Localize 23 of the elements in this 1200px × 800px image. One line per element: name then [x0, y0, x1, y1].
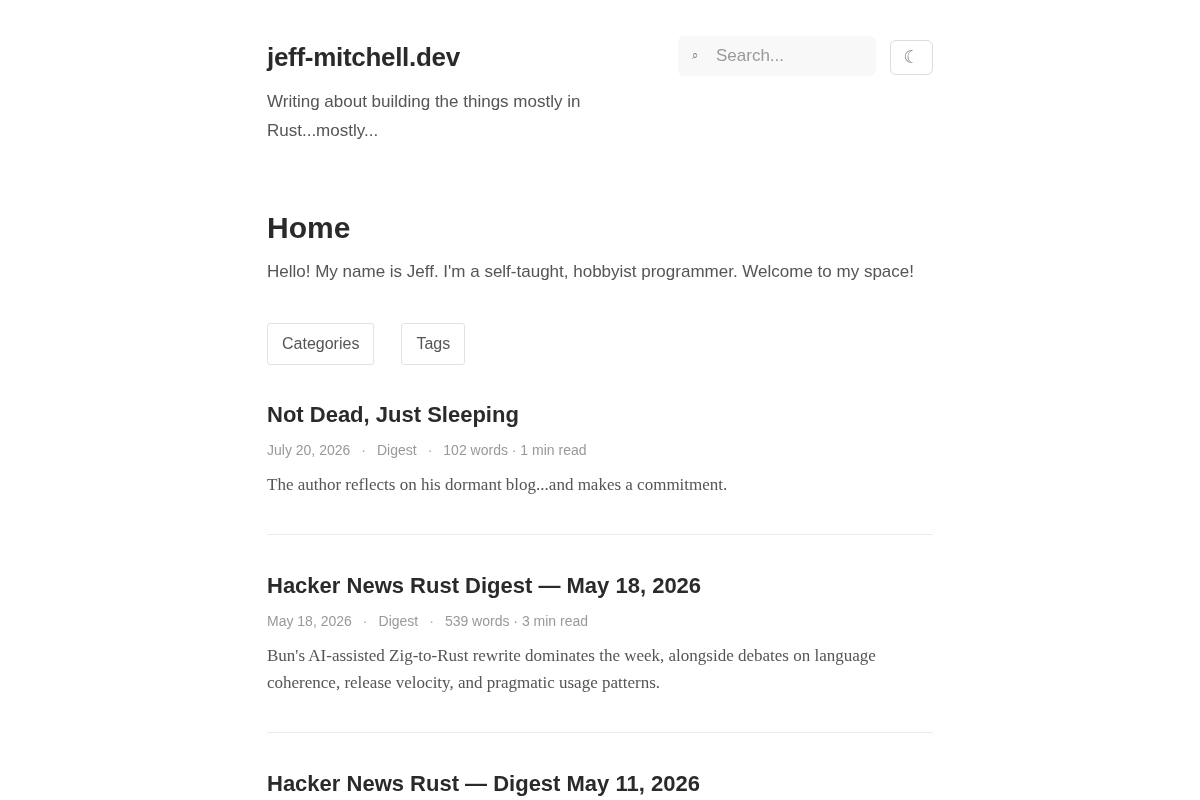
meta-separator: ·	[361, 441, 366, 460]
post-title[interactable]: Hacker News Rust — Digest May 11, 2026	[267, 770, 700, 798]
post-summary: Bun's AI-assisted Zig-to-Rust rewrite dominates the week, alongside debates on language coherence, release velocity, and pragmatic usage patterns.	[267, 645, 877, 694]
site-tagline: Writing about building the things mostly in Rust...mostly...	[267, 91, 582, 142]
theme-toggle-button[interactable]: ☾	[890, 39, 933, 75]
post-date: May 18, 2026	[267, 612, 352, 631]
post-title[interactable]: Hacker News Rust Digest — May 18, 2026	[267, 572, 702, 600]
site-title[interactable]: jeff-mitchell.dev	[267, 41, 460, 73]
meta-separator: ·	[362, 612, 368, 631]
post-summary: The author reflects on his dormant blog...and makes a commitment.	[267, 474, 728, 496]
post-stats: 539 words · 3 min read	[444, 612, 589, 631]
intro-text: Hello! My name is Jeff. I'm a self-taught, hobbyist programmer. Welcome to my space!	[267, 261, 914, 283]
meta-separator: ·	[427, 441, 433, 460]
post-category: Digest	[376, 441, 417, 460]
post-date: July 20, 2026	[267, 441, 351, 460]
search-icon: ⌕	[692, 50, 698, 62]
post-title[interactable]: Not Dead, Just Sleeping	[267, 401, 519, 429]
post-category: Digest	[378, 612, 419, 631]
page-title: Home	[267, 210, 351, 246]
post-stats: 102 words · 1 min read	[443, 441, 587, 460]
tags-button[interactable]: Tags	[401, 323, 466, 365]
meta-separator: ·	[429, 612, 434, 631]
categories-button[interactable]: Categories	[267, 323, 375, 365]
